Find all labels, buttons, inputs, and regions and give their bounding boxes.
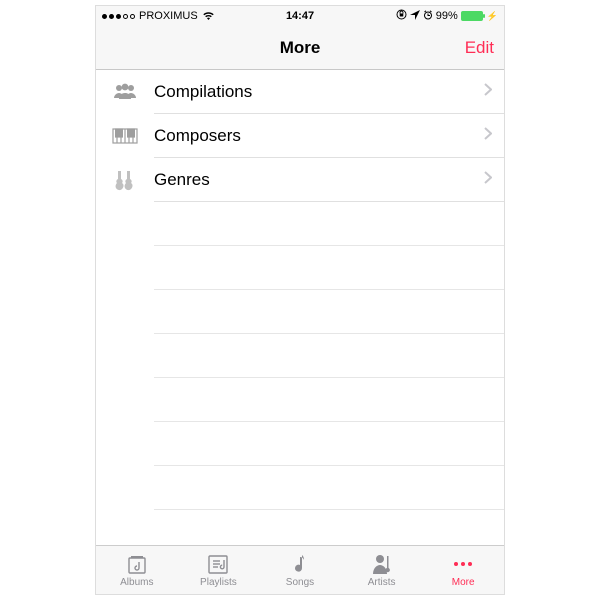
artists-icon [370, 552, 394, 576]
people-icon [110, 77, 140, 107]
tab-label: Albums [120, 577, 153, 588]
alarm-icon [423, 10, 433, 23]
row-composers[interactable]: Composers [96, 114, 504, 158]
row-label: Compilations [154, 82, 484, 102]
tab-more[interactable]: More [422, 546, 504, 594]
battery-pct: 99% [436, 10, 458, 22]
row-compilations[interactable]: Compilations [96, 70, 504, 114]
tab-label: Playlists [200, 577, 237, 588]
empty-row [154, 202, 504, 246]
chevron-right-icon [484, 171, 492, 189]
carrier-label: PROXIMUS [139, 10, 198, 22]
songs-icon [290, 552, 310, 576]
row-label: Genres [154, 170, 484, 190]
tab-albums[interactable]: Albums [96, 546, 178, 594]
guitars-icon [110, 165, 140, 195]
piano-icon [110, 121, 140, 151]
more-icon [450, 552, 476, 576]
empty-row [154, 334, 504, 378]
empty-row [154, 378, 504, 422]
chevron-right-icon [484, 83, 492, 101]
signal-strength-icon [102, 14, 135, 19]
charging-icon: ⚡ [487, 11, 498, 22]
empty-row [154, 290, 504, 334]
location-icon [410, 10, 420, 23]
albums-icon [125, 552, 149, 576]
empty-row [154, 422, 504, 466]
more-list: Compilations Composers [96, 70, 504, 510]
status-right: 99% ⚡ [314, 9, 498, 23]
status-left: PROXIMUS [102, 10, 286, 22]
tab-label: Artists [368, 577, 396, 588]
wifi-icon [202, 11, 215, 21]
tab-bar: Albums Playlists Songs [96, 545, 504, 594]
tab-playlists[interactable]: Playlists [178, 546, 260, 594]
device-frame: PROXIMUS 14:47 99% ⚡ More Edit [95, 5, 505, 595]
tab-label: Songs [286, 577, 314, 588]
nav-bar: More Edit [96, 26, 504, 70]
empty-row [154, 246, 504, 290]
chevron-right-icon [484, 127, 492, 145]
page-title: More [96, 38, 504, 58]
playlists-icon [206, 552, 230, 576]
orientation-lock-icon [396, 9, 407, 23]
battery-icon [461, 11, 483, 21]
empty-row [154, 466, 504, 510]
row-label: Composers [154, 126, 484, 146]
tab-artists[interactable]: Artists [341, 546, 423, 594]
status-bar: PROXIMUS 14:47 99% ⚡ [96, 6, 504, 26]
status-time: 14:47 [286, 10, 314, 22]
tab-label: More [452, 577, 475, 588]
row-genres[interactable]: Genres [96, 158, 504, 202]
tab-songs[interactable]: Songs [259, 546, 341, 594]
